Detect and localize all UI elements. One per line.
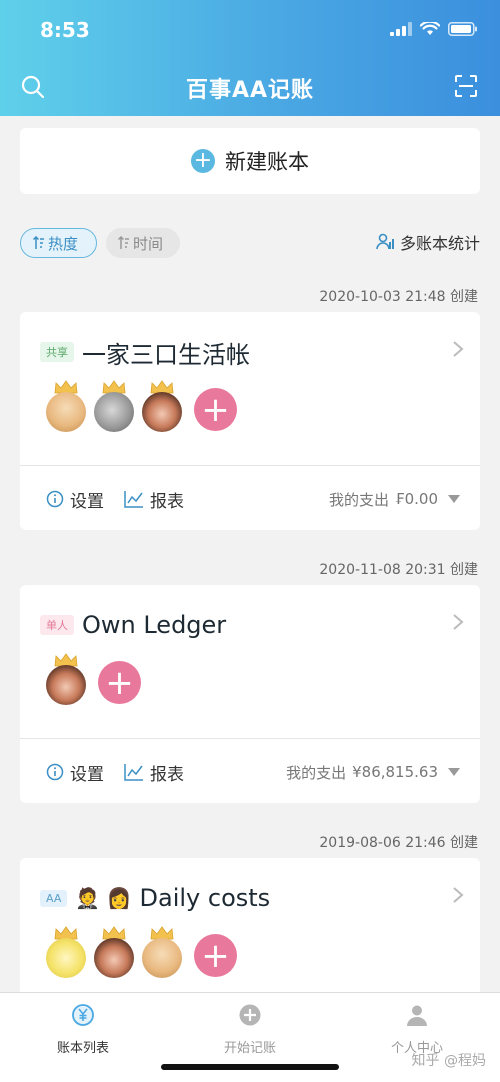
tab-start-record[interactable]: 开始记账 xyxy=(167,1003,333,1056)
member-avatar[interactable] xyxy=(94,926,134,978)
multi-stats-label: 多账本统计 xyxy=(399,234,480,253)
member-avatars: + xyxy=(46,653,141,705)
add-member-button[interactable]: + xyxy=(194,388,237,431)
sort-bar: 热度 时间 多账本统计 xyxy=(20,228,480,258)
sort-time-label: 时间 xyxy=(133,234,164,253)
avatar xyxy=(94,938,134,978)
member-avatar[interactable] xyxy=(46,653,86,705)
line-chart-icon xyxy=(124,491,143,508)
status-bar: 8:53 xyxy=(0,0,500,60)
ledger-title: 一家三口生活帐 xyxy=(82,340,250,369)
member-avatar[interactable] xyxy=(142,926,182,978)
avatar xyxy=(46,938,86,978)
stats-users-icon xyxy=(376,233,394,250)
settings-label: 设置 xyxy=(70,764,104,785)
new-ledger-label: 新建账本 xyxy=(225,150,309,174)
card-divider xyxy=(20,465,480,466)
tab-label: 开始记账 xyxy=(223,1041,276,1056)
expense-value: ₣0.00 xyxy=(395,490,438,508)
ledger-card[interactable]: 共享 一家三口生活帐 + 设置 报表 我的支出 ₣0.00 xyxy=(20,312,480,530)
line-chart-icon xyxy=(124,764,143,781)
ledger-created-time: 2020-10-03 21:48 创建 xyxy=(319,289,478,305)
ledger-created-time: 2020-11-08 20:31 创建 xyxy=(319,562,478,578)
ledger-type-badge: 单人 xyxy=(40,615,74,635)
my-expense-dropdown[interactable]: 我的支出 ¥86,815.63 xyxy=(286,762,460,783)
avatar xyxy=(46,665,86,705)
sort-hot-label: 热度 xyxy=(48,234,79,253)
chevron-right-icon xyxy=(453,614,464,630)
member-avatar[interactable] xyxy=(46,380,86,432)
caret-down-icon xyxy=(448,768,460,776)
chevron-right-icon xyxy=(453,341,464,357)
home-indicator[interactable] xyxy=(161,1064,339,1070)
settings-button[interactable]: 设置 xyxy=(46,487,104,512)
ledger-created-time: 2019-08-06 21:46 创建 xyxy=(319,835,478,851)
wifi-icon xyxy=(420,22,440,35)
status-icons xyxy=(390,22,478,36)
settings-label: 设置 xyxy=(70,491,104,512)
signal-icon xyxy=(390,22,412,36)
status-time: 8:53 xyxy=(40,18,90,42)
report-button[interactable]: 报表 xyxy=(124,760,184,785)
add-member-button[interactable]: + xyxy=(194,934,237,977)
avatar xyxy=(142,938,182,978)
info-circle-icon xyxy=(46,763,64,781)
avatar xyxy=(46,392,86,432)
ledger-type-badge: 共享 xyxy=(40,342,74,362)
ledger-actions: 设置 报表 我的支出 ¥86,815.63 xyxy=(46,757,460,787)
member-avatars: + xyxy=(46,926,237,978)
app-header: 8:53 百事AA记账 xyxy=(0,0,500,116)
avatar xyxy=(94,392,134,432)
yen-circle-icon xyxy=(72,1004,94,1026)
sort-by-hot-button[interactable]: 热度 xyxy=(20,228,97,258)
ledger-title-row: 单人 Own Ledger xyxy=(40,607,226,643)
plus-circle-icon xyxy=(239,1004,261,1026)
expense-value: ¥86,815.63 xyxy=(352,763,438,781)
expense-label: 我的支出 xyxy=(329,490,390,509)
card-divider xyxy=(20,738,480,739)
new-ledger-button[interactable]: + 新建账本 xyxy=(20,128,480,194)
tab-profile[interactable]: 个人中心 xyxy=(334,1003,500,1056)
report-button[interactable]: 报表 xyxy=(124,487,184,512)
sort-icon xyxy=(118,236,129,249)
page-title: 百事AA记账 xyxy=(185,78,315,103)
info-circle-icon xyxy=(46,490,64,508)
tab-ledger-list[interactable]: 账本列表 xyxy=(0,1003,166,1056)
watermark: 知乎 @程妈 xyxy=(411,1053,486,1069)
avatar xyxy=(142,392,182,432)
multi-ledger-stats-button[interactable]: 多账本统计 xyxy=(376,230,480,254)
ledger-emoji-icons: 🤵 👩 xyxy=(75,886,132,910)
ledger-actions: 设置 报表 我的支出 ₣0.00 xyxy=(46,484,460,514)
my-expense-dropdown[interactable]: 我的支出 ₣0.00 xyxy=(329,489,460,510)
settings-button[interactable]: 设置 xyxy=(46,760,104,785)
sort-by-time-button[interactable]: 时间 xyxy=(106,228,180,258)
sort-icon xyxy=(33,236,44,249)
member-avatar[interactable] xyxy=(46,926,86,978)
scan-icon[interactable] xyxy=(454,74,478,98)
member-avatar[interactable] xyxy=(142,380,182,432)
expense-label: 我的支出 xyxy=(286,763,347,782)
ledger-title: Daily costs xyxy=(139,884,271,912)
chevron-right-icon xyxy=(453,887,464,903)
person-icon xyxy=(407,1005,427,1026)
member-avatars: + xyxy=(46,380,237,432)
add-member-button[interactable]: + xyxy=(98,661,141,704)
ledger-card[interactable]: 单人 Own Ledger + 设置 报表 我的支出 ¥86,815.63 xyxy=(20,585,480,803)
ledger-title-row: AA 🤵 👩 Daily costs xyxy=(40,880,270,916)
plus-circle-icon: + xyxy=(191,149,215,173)
caret-down-icon xyxy=(448,495,460,503)
member-avatar[interactable] xyxy=(94,380,134,432)
tab-label: 账本列表 xyxy=(56,1041,109,1056)
report-label: 报表 xyxy=(150,491,184,512)
battery-icon xyxy=(448,22,477,36)
report-label: 报表 xyxy=(150,764,184,785)
ledger-type-badge: AA xyxy=(40,889,68,907)
ledger-title: Own Ledger xyxy=(82,611,227,639)
ledger-title-row: 共享 一家三口生活帐 xyxy=(40,334,250,370)
